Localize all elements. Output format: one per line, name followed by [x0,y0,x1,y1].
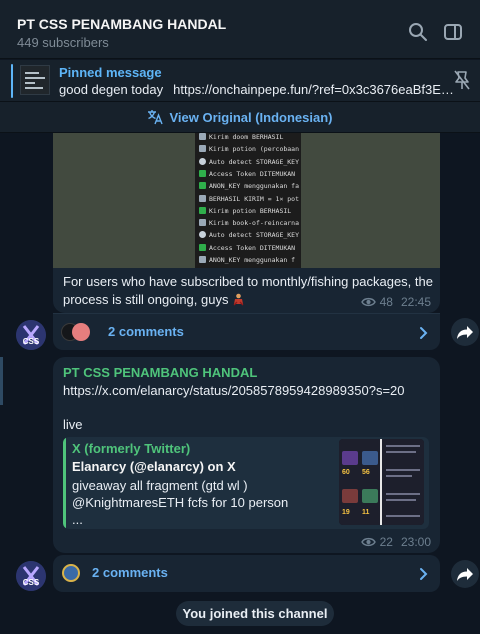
channel-avatar[interactable]: CSS [16,561,46,591]
terminal-line: Kirim potion BERHASIL [199,206,299,218]
search-icon[interactable] [408,22,428,42]
commenter-avatar [62,564,80,582]
link-preview[interactable]: X (formerly Twitter) Elanarcy (@elanarcy… [63,437,429,529]
checkbox-icon [199,243,206,251]
pinned-message-bar[interactable]: Pinned message good degen today https://o… [0,60,480,102]
channel-avatar[interactable]: CSS [16,320,46,350]
terminal-screenshot: Kirim doom BERHASIL Kirim potion (percoba… [195,133,301,268]
terminal-line: ANON_KEY menggunakan f [199,256,299,267]
terminal-line: Auto detect STORAGE_KEY [199,231,299,242]
view-count: 48 [379,295,393,309]
terminal-line: Kirim doom BERHASIL [199,133,299,144]
checkbox-icon [199,182,206,190]
message-bubble[interactable]: Kirim doom BERHASIL Kirim potion (percoba… [53,133,440,313]
checkbox-icon [199,145,206,153]
terminal-line: Access Token DITEMUKAN ( [199,169,299,181]
scroll-indicator [0,357,3,405]
preview-site: X (formerly Twitter) [72,441,191,456]
message-text: live [63,417,83,432]
checkbox-icon [199,133,206,140]
comments-button[interactable]: 2 comments [53,555,440,592]
preview-description: giveaway all fragment (gtd wl ) @Knightm… [72,478,289,527]
terminal-line: Access Token DITEMUKAN ( [199,243,299,255]
pinned-indicator [11,64,13,98]
chevron-right-icon [420,327,428,339]
message-time: 22:45 [400,295,431,309]
subscriber-count: 449 subscribers [17,35,109,50]
person-emoji-icon [233,293,244,306]
sidebar-toggle-icon[interactable] [443,22,463,42]
pinned-text: good degen today https://onchainpepe.fun/… [59,82,459,97]
checkbox-icon [199,157,206,165]
view-original-button[interactable]: View Original (Indonesian) [169,110,332,125]
message-meta: 22 23:00 [360,535,431,549]
pinned-thumbnail [20,65,50,95]
checkbox-icon [199,194,206,202]
message-meta: 48 22:45 [360,295,431,309]
preview-accent [63,437,66,529]
checkbox-icon [199,219,206,227]
pin-icon[interactable] [454,70,470,90]
views-icon [360,537,376,547]
view-original-bar[interactable]: View Original (Indonesian) [0,102,480,133]
views-icon [360,297,376,307]
translate-icon [148,110,164,125]
channel-title[interactable]: PT CSS PENAMBANG HANDAL [17,16,226,32]
chevron-right-icon [420,568,428,580]
preview-title: Elanarcy (@elanarcy) on X [72,459,236,474]
share-button[interactable] [451,318,479,346]
terminal-line: BERHASIL KIRIM = 1× poti [199,194,299,206]
terminal-line: Kirim potion (percobaan [199,145,299,156]
checkbox-icon [199,231,206,239]
checkbox-icon [199,256,206,263]
share-icon [457,326,473,339]
message-time: 23:00 [400,535,431,549]
view-count: 22 [379,535,393,549]
share-icon [457,568,473,581]
comments-label: 2 comments [108,324,184,339]
message-photo[interactable]: Kirim doom BERHASIL Kirim potion (percoba… [53,133,440,268]
commenter-avatar [72,323,90,341]
terminal-line: Auto detect STORAGE_KEY [199,157,299,169]
joined-channel-notice: You joined this channel [176,601,334,626]
pinned-label: Pinned message [59,65,162,80]
message-link[interactable]: https://x.com/elanarcy/status/2058578959… [63,382,435,400]
preview-image: 60 56 19 11 [339,439,424,525]
comments-label: 2 comments [92,565,168,580]
checkbox-icon [199,206,206,214]
checkbox-icon [199,169,206,177]
chat-header[interactable]: PT CSS PENAMBANG HANDAL 449 subscribers [0,0,480,59]
terminal-line: ANON_KEY menggunakan fal [199,182,299,193]
message-bubble[interactable]: PT CSS PENAMBANG HANDAL https://x.com/el… [53,357,440,553]
share-button[interactable] [451,560,479,588]
sender-name[interactable]: PT CSS PENAMBANG HANDAL [63,365,257,380]
terminal-line: Kirim book-of-reincarnat [199,219,299,230]
comments-button[interactable]: 2 comments [53,313,440,350]
